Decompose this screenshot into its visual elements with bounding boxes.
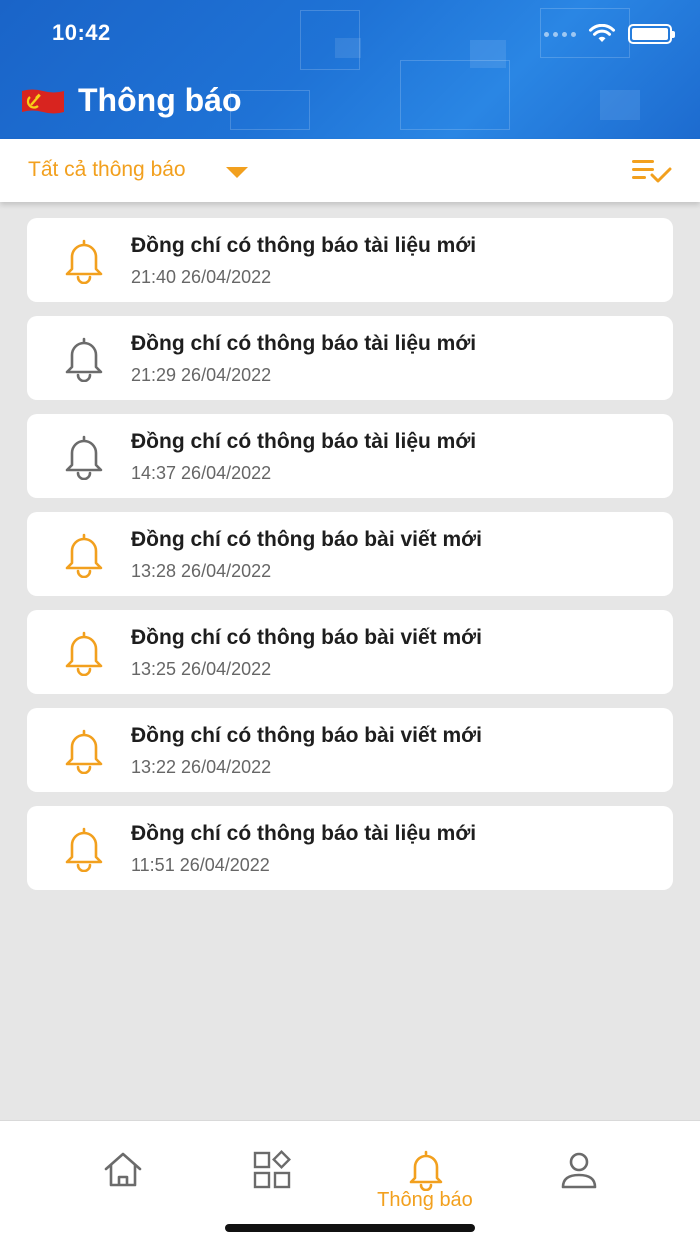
notification-time: 13:22 26/04/2022: [131, 757, 272, 777]
apps-grid-icon: [253, 1150, 291, 1189]
filter-bar: Tất cả thông báo: [0, 139, 700, 202]
battery-icon: [628, 24, 675, 44]
tab-home[interactable]: [62, 1149, 182, 1219]
notification-title: Đồng chí có thông báo tài liệu mới: [131, 234, 477, 257]
header-decoration: [230, 90, 310, 130]
notification-title: Đồng chí có thông báo tài liệu mới: [131, 430, 477, 453]
notification-title: Đồng chí có thông báo bài viết mới: [131, 724, 482, 747]
notification-list: Đồng chí có thông báo tài liệu mới 21:40 …: [27, 218, 673, 904]
bell-icon: [65, 729, 103, 774]
notification-time: 13:25 26/04/2022: [131, 659, 272, 679]
header-decoration: [470, 40, 506, 68]
notification-item[interactable]: Đồng chí có thông báo tài liệu mới 21:40 …: [27, 218, 673, 302]
notification-time: 21:29 26/04/2022: [131, 365, 272, 385]
notification-item[interactable]: Đồng chí có thông báo bài viết mới 13:22 …: [27, 708, 673, 792]
page-title: Thông báo: [78, 82, 242, 118]
notification-title: Đồng chí có thông báo bài viết mới: [131, 626, 482, 649]
status-time: 10:42: [52, 20, 111, 45]
bell-icon: [409, 1150, 443, 1191]
home-icon: [104, 1152, 142, 1187]
tab-apps[interactable]: [212, 1149, 332, 1219]
notification-time: 14:37 26/04/2022: [131, 463, 272, 483]
home-indicator[interactable]: [225, 1224, 475, 1232]
header-decoration: [600, 90, 640, 120]
bell-icon: [65, 533, 103, 578]
status-icons: [544, 24, 675, 44]
notification-title: Đồng chí có thông báo tài liệu mới: [131, 332, 477, 355]
bell-icon: [65, 631, 103, 676]
bell-icon: [65, 435, 103, 480]
notification-title: Đồng chí có thông báo tài liệu mới: [131, 822, 477, 845]
bell-icon: [65, 827, 103, 872]
bell-icon: [65, 239, 103, 284]
notification-title: Đồng chí có thông báo bài viết mới: [131, 528, 482, 551]
caret-down-icon[interactable]: [226, 167, 248, 178]
mark-all-read-icon[interactable]: [632, 158, 672, 184]
header-decoration: [335, 38, 361, 58]
filter-dropdown-label[interactable]: Tất cả thông báo: [28, 158, 186, 182]
notification-item[interactable]: Đồng chí có thông báo bài viết mới 13:25 …: [27, 610, 673, 694]
tab-notifications[interactable]: Thông báo: [365, 1149, 485, 1219]
tab-notifications-label: Thông báo: [377, 1189, 473, 1211]
notification-time: 11:51 26/04/2022: [131, 855, 270, 875]
notification-item[interactable]: Đồng chí có thông báo tài liệu mới 14:37 …: [27, 414, 673, 498]
wifi-icon: [589, 24, 615, 42]
bell-icon: [65, 337, 103, 382]
notification-item[interactable]: Đồng chí có thông báo tài liệu mới 11:51 …: [27, 806, 673, 890]
notification-item[interactable]: Đồng chí có thông báo tài liệu mới 21:29 …: [27, 316, 673, 400]
notification-item[interactable]: Đồng chí có thông báo bài viết mới 13:28 …: [27, 512, 673, 596]
party-flag-icon: [22, 89, 64, 114]
signal-icon: [544, 31, 576, 37]
header-decoration: [400, 60, 510, 130]
notification-time: 13:28 26/04/2022: [131, 561, 272, 581]
app-header: 10:42 Thông báo: [0, 0, 700, 139]
user-icon: [561, 1152, 597, 1189]
tab-profile[interactable]: [518, 1149, 638, 1219]
notification-time: 21:40 26/04/2022: [131, 267, 272, 287]
